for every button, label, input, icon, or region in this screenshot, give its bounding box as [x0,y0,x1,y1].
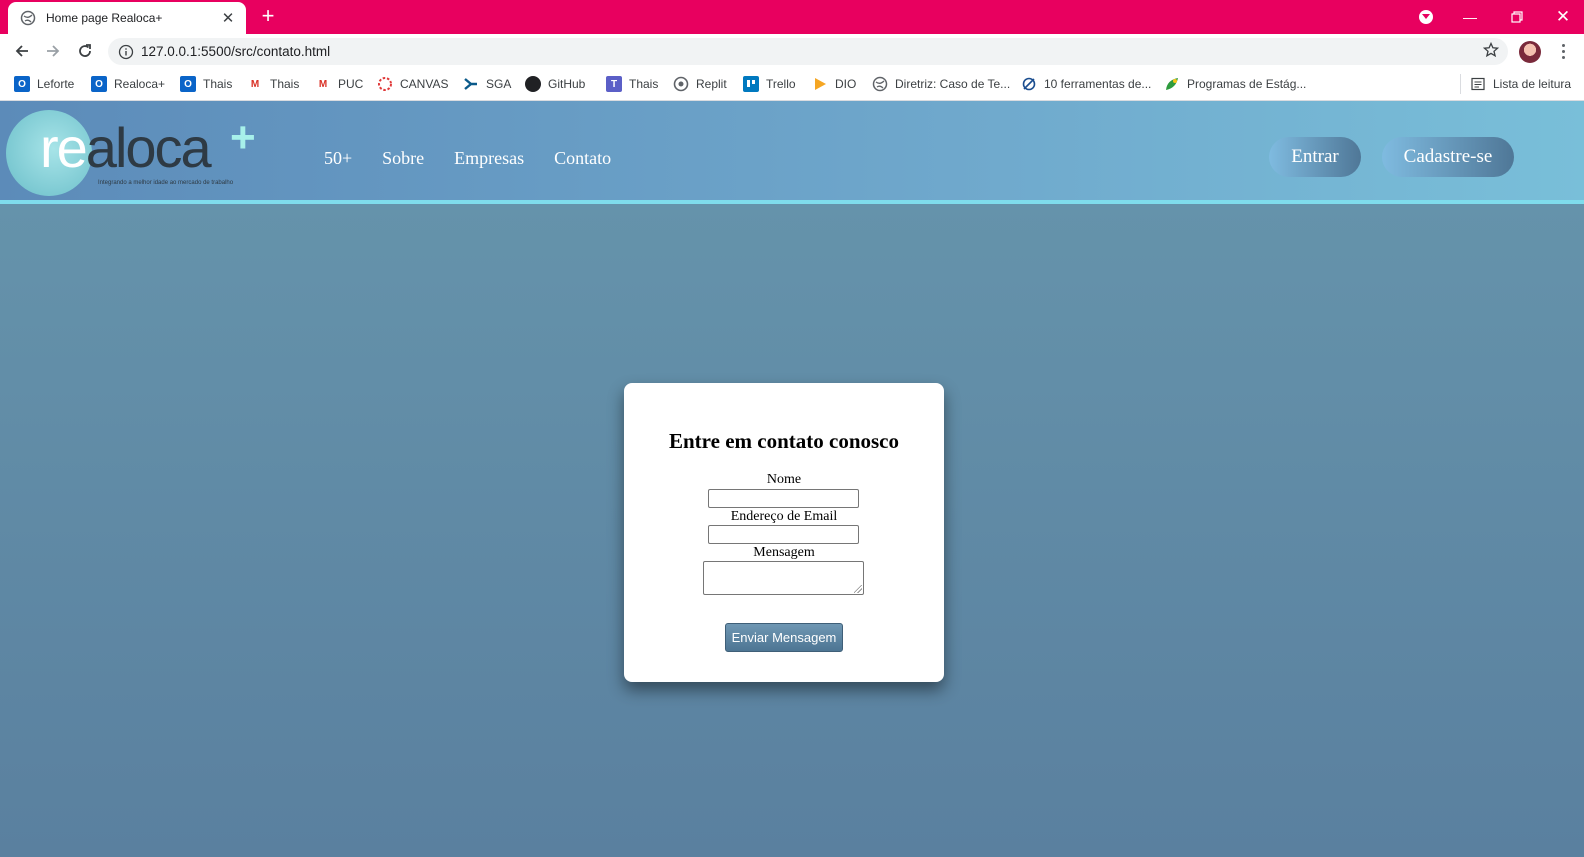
dio-icon [812,76,828,92]
outlook-icon: O [14,76,30,92]
tab-title: Home page Realoca+ [46,11,163,25]
tab-search-button[interactable] [1414,0,1438,34]
name-label: Nome [766,472,802,487]
bookmark-item[interactable]: Programas de Estág... [1164,75,1306,93]
bookmark-item[interactable]: Replit [673,75,727,93]
browser-tab-bar: Home page Realoca+ ✕ + — ✕ [0,0,1584,34]
resize-handle-icon[interactable] [854,585,862,593]
github-icon [525,76,541,92]
site-nav: 50+ Sobre Empresas Contato [324,148,611,169]
browser-toolbar: 127.0.0.1:5500/src/contato.html [0,34,1584,68]
bookmark-star-icon[interactable] [1480,39,1502,61]
logo-wordmark: realoca [40,116,212,179]
bookmark-item[interactable]: Trello [743,75,796,93]
arrow-right-icon [47,45,60,57]
tool-icon [1021,76,1037,92]
bookmark-item[interactable]: CANVAS [377,75,448,93]
email-label: Endereço de Email [730,509,838,524]
contact-card: Entre em contato conosco Nome Endereço d… [624,383,944,682]
bookmark-item[interactable]: T Thais [606,75,658,93]
gmail-icon: M [318,78,328,90]
bookmarks-bar: O Leforte O Realoca+ O Thais M Thais M PUC CA… [0,68,1584,101]
profile-avatar[interactable] [1519,41,1541,63]
leaf-icon [1164,76,1180,92]
sga-icon [463,76,479,92]
logo-tagline: Integrando a melhor idade ao mercado de … [98,180,234,186]
bookmark-item[interactable]: DIO [812,75,856,93]
trello-icon [743,76,759,92]
address-bar[interactable]: 127.0.0.1:5500/src/contato.html [108,38,1508,65]
bookmark-item[interactable]: SGA [463,75,511,93]
nav-link-contato[interactable]: Contato [554,148,611,169]
url-text: 127.0.0.1:5500/src/contato.html [141,44,331,59]
nav-link-sobre[interactable]: Sobre [382,148,424,169]
globe-icon [872,76,888,92]
close-tab-icon[interactable]: ✕ [220,9,236,27]
bookmark-item[interactable]: O Leforte [14,75,74,93]
nav-link-empresas[interactable]: Empresas [454,148,524,169]
message-textarea[interactable] [703,561,864,595]
email-input[interactable] [708,525,859,544]
forward-button[interactable] [41,39,65,63]
logo-plus: + [230,113,256,162]
login-button[interactable]: Entrar [1269,137,1361,177]
chevron-down-icon [1419,10,1433,24]
bookmark-item[interactable]: GitHub [525,75,585,93]
reading-list[interactable]: Lista de leitura [1470,75,1571,93]
teams-icon: T [606,76,622,92]
message-label: Mensagem [753,545,815,560]
restore-button[interactable] [1503,0,1531,34]
close-window-button[interactable]: ✕ [1549,0,1577,34]
bookmarks-separator [1460,74,1461,94]
reload-icon [79,44,91,57]
bookmark-item[interactable]: 10 ferramentas de... [1021,75,1151,93]
site-header: realoca + Integrando a melhor idade ao m… [0,101,1584,201]
site-logo[interactable]: realoca + Integrando a melhor idade ao m… [4,106,264,201]
globe-icon [20,10,36,26]
minimize-button[interactable]: — [1456,0,1484,34]
outlook-icon: O [91,76,107,92]
bookmark-item[interactable]: M PUC [315,75,364,93]
bookmark-item[interactable]: O Realoca+ [91,75,165,93]
back-button[interactable] [10,39,34,63]
bookmark-item[interactable]: O Thais [180,75,232,93]
bookmark-item[interactable]: Diretriz: Caso de Te... [872,75,1010,93]
outlook-icon: O [180,76,196,92]
menu-kebab-icon[interactable] [1556,40,1570,62]
info-icon[interactable] [118,44,134,60]
globe-icon [673,76,689,92]
new-tab-button[interactable]: + [256,5,280,29]
browser-tab[interactable]: Home page Realoca+ ✕ [8,2,246,34]
reading-list-icon [1470,76,1486,92]
arrow-left-icon [15,45,28,57]
contact-title: Entre em contato conosco [669,429,899,453]
restore-icon [1511,11,1523,23]
bookmark-item[interactable]: M Thais [247,75,300,93]
name-input[interactable] [708,489,859,508]
nav-link-50plus[interactable]: 50+ [324,148,352,169]
reload-button[interactable] [73,39,97,63]
signup-button[interactable]: Cadastre-se [1382,137,1514,177]
send-message-button[interactable]: Enviar Mensagem [725,623,843,652]
canvas-icon [377,76,393,92]
gmail-icon: M [250,78,260,90]
